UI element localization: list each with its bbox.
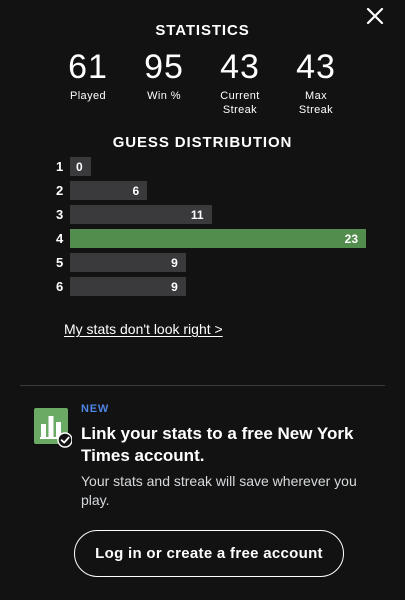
stat-label: Current Streak: [220, 90, 260, 116]
guess-number: 6: [56, 279, 64, 294]
distribution-track: 23: [70, 229, 366, 248]
stat-value: 43: [296, 48, 336, 86]
guess-number: 4: [56, 231, 64, 246]
distribution-row-3: 3 11: [56, 205, 366, 224]
distribution-row-6: 6 9: [56, 277, 366, 296]
distribution-row-1: 1 0: [56, 157, 366, 176]
distribution-track: 0: [70, 157, 366, 176]
distribution-bar: 23: [70, 229, 366, 248]
distribution-bar: 9: [70, 253, 186, 272]
guess-distribution-heading: GUESS DISTRIBUTION: [112, 134, 293, 151]
stat-value: 95: [144, 48, 184, 86]
distribution-count: 9: [171, 255, 178, 270]
login-create-account-button[interactable]: Log in or create a free account: [74, 530, 344, 577]
distribution-bar: 6: [70, 181, 148, 200]
guess-number: 3: [56, 207, 64, 222]
stat-label: Played: [69, 90, 107, 102]
stat-value: 61: [68, 48, 108, 86]
distribution-track: 11: [70, 205, 366, 224]
distribution-count: 6: [132, 183, 140, 198]
distribution-row-2: 2 6: [56, 181, 366, 200]
stats-chart-check-icon: [34, 408, 72, 448]
statistics-modal: STATISTICS 61 Played 95 Win % 43 Current…: [0, 0, 405, 600]
distribution-bar: 11: [70, 205, 212, 224]
promo-title: Link your stats to a free New York Times…: [81, 424, 354, 465]
distribution-bar: 0: [70, 157, 91, 176]
stat-win-percent: 95 Win %: [126, 48, 202, 117]
distribution-track: 9: [70, 253, 366, 272]
divider: [20, 385, 385, 386]
stat-played: 61 Played: [50, 48, 126, 117]
stat-label: Max Streak: [298, 90, 334, 116]
distribution-count: 11: [190, 207, 204, 222]
stat-max-streak: 43 Max Streak: [278, 48, 354, 117]
promo-description: Your stats and streak will save wherever…: [81, 473, 357, 508]
guess-distribution: 1 0 2 6 3 11 4 23 5 9 6 9: [56, 157, 366, 301]
new-badge: NEW: [81, 403, 110, 415]
stats-issue-link[interactable]: My stats don't look right >: [64, 321, 223, 337]
distribution-row-5: 5 9: [56, 253, 366, 272]
distribution-track: 9: [70, 277, 366, 296]
distribution-bar: 9: [70, 277, 186, 296]
guess-number: 5: [56, 255, 64, 270]
distribution-row-4: 4 23: [56, 229, 366, 248]
guess-number: 2: [56, 183, 64, 198]
stat-label: Win %: [147, 90, 181, 102]
distribution-count: 0: [76, 159, 83, 174]
stat-value: 43: [220, 48, 260, 86]
stat-current-streak: 43 Current Streak: [202, 48, 278, 117]
statistics-row: 61 Played 95 Win % 43 Current Streak 43 …: [50, 48, 354, 117]
distribution-count: 23: [344, 231, 358, 246]
statistics-heading: STATISTICS: [155, 22, 250, 39]
distribution-count: 9: [171, 279, 178, 294]
distribution-track: 6: [70, 181, 366, 200]
guess-number: 1: [56, 159, 64, 174]
